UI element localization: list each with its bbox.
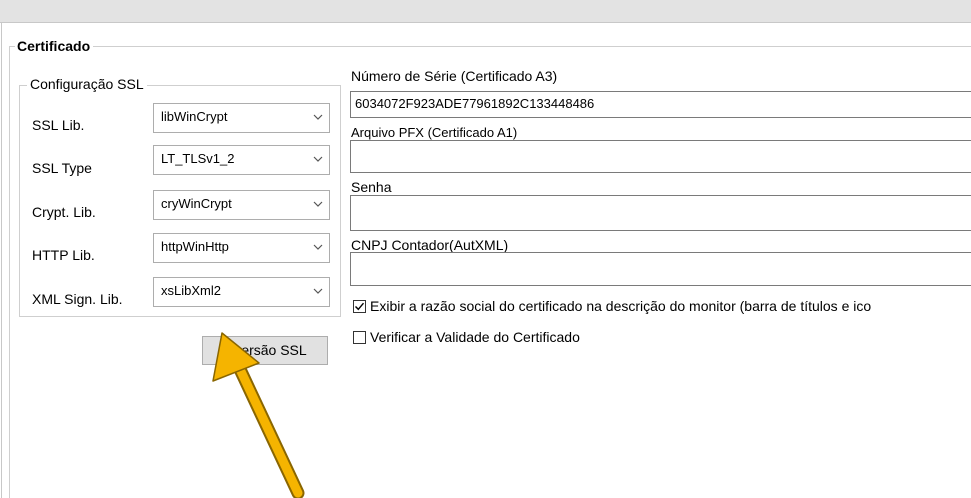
xml-sign-lib-label: XML Sign. Lib.: [32, 291, 123, 307]
ssl-type-label: SSL Type: [32, 160, 92, 176]
arquivo-pfx-input[interactable]: [350, 140, 971, 173]
exibir-razao-checkbox[interactable]: [353, 300, 366, 313]
certificado-group-title: Certificado: [15, 38, 94, 54]
numero-serie-value: 6034072F923ADE77961892C133448486: [355, 96, 595, 111]
xml-sign-lib-select[interactable]: xsLibXml2: [153, 277, 330, 307]
numero-serie-input[interactable]: 6034072F923ADE77961892C133448486: [350, 91, 971, 118]
verificar-validade-checkbox[interactable]: [353, 331, 366, 344]
senha-label: Senha: [351, 179, 392, 195]
crypt-lib-label: Crypt. Lib.: [32, 204, 96, 220]
cnpj-contador-input[interactable]: [350, 252, 971, 286]
chevron-down-icon: [313, 288, 323, 294]
checkmark-icon: [355, 302, 365, 311]
window-top-bar: [0, 0, 971, 22]
numero-serie-label: Número de Série (Certificado A3): [351, 68, 558, 84]
ssl-type-value: LT_TLSv1_2: [161, 151, 235, 166]
ssl-lib-label: SSL Lib.: [32, 117, 85, 133]
crypt-lib-select[interactable]: cryWinCrypt: [153, 190, 330, 220]
http-lib-label: HTTP Lib.: [32, 247, 95, 263]
ssl-lib-select[interactable]: libWinCrypt: [153, 103, 330, 133]
chevron-down-icon: [313, 244, 323, 250]
http-lib-value: httpWinHttp: [161, 239, 229, 254]
panel-top-border: [0, 22, 971, 23]
senha-input[interactable]: [350, 195, 971, 231]
crypt-lib-value: cryWinCrypt: [161, 196, 232, 211]
panel-left-border: [1, 22, 2, 498]
ssl-config-group-title: Configuração SSL: [27, 76, 147, 92]
arquivo-pfx-label: Arquivo PFX (Certificado A1): [351, 125, 518, 140]
xml-sign-lib-value: xsLibXml2: [161, 283, 221, 298]
chevron-down-icon: [313, 201, 323, 207]
exibir-razao-label[interactable]: Exibir a razão social do certificado na …: [370, 298, 871, 314]
annotation-arrow-icon: [212, 332, 305, 498]
verificar-validade-label[interactable]: Verificar a Validade do Certificado: [370, 329, 580, 345]
http-lib-select[interactable]: httpWinHttp: [153, 233, 330, 263]
ssl-lib-value: libWinCrypt: [161, 109, 228, 124]
ssl-type-select[interactable]: LT_TLSv1_2: [153, 145, 330, 175]
chevron-down-icon: [313, 156, 323, 162]
chevron-down-icon: [313, 114, 323, 120]
cnpj-contador-label: CNPJ Contador(AutXML): [351, 237, 509, 253]
